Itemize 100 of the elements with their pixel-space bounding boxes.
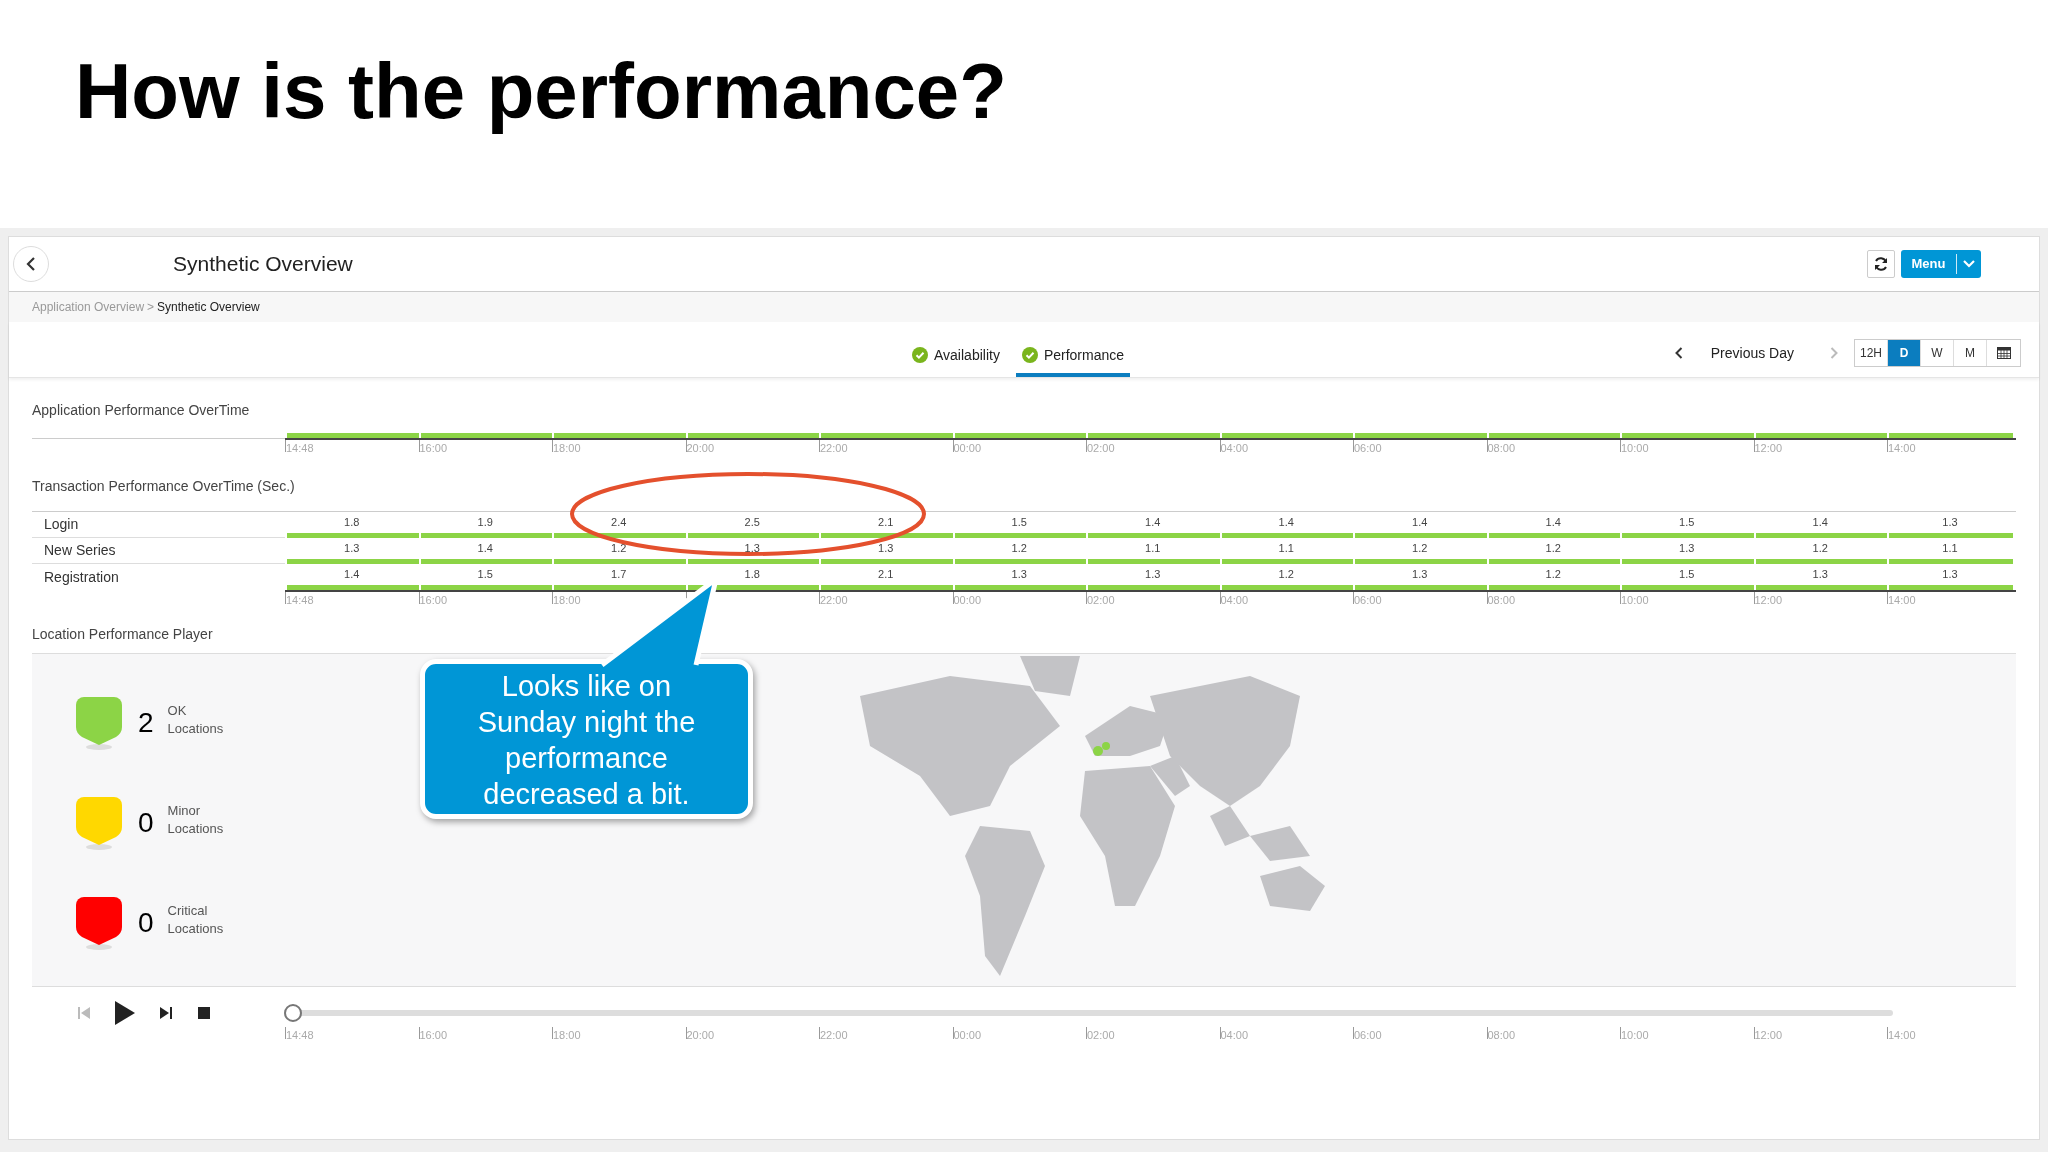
table-cell-text: 1.4 (1144, 515, 1162, 530)
axis-label: 22:00 (820, 443, 848, 454)
table-cell-text: 1.4 (343, 567, 361, 582)
axis-label: 18:00 (553, 443, 581, 454)
axis-label: 00:00 (953, 595, 982, 606)
chevron-left-icon (1674, 347, 1683, 359)
table-cell-text: 1.2 (1811, 541, 1829, 556)
breadcrumb-separator: > (147, 299, 155, 316)
table-cell-text: 1.3 (1144, 567, 1162, 582)
axis-label: 14:00 (1888, 1030, 1916, 1041)
axis-label: 18:00 (553, 1030, 581, 1041)
chevron-right-icon (1830, 347, 1838, 359)
row-label: New Series (32, 538, 285, 564)
status-sublabel: Locations (167, 720, 224, 738)
axis-label: 08:00 (1487, 443, 1516, 454)
axis-label: 12:00 (1754, 595, 1783, 606)
timeline-thumb[interactable] (284, 1004, 302, 1022)
table-cell-text: 1.5 (476, 567, 494, 582)
skip-forward-icon (159, 1006, 173, 1020)
check-icon (1021, 347, 1038, 363)
refresh-icon (1873, 256, 1889, 272)
axis-label: 04:00 (1220, 1030, 1249, 1041)
table-cell-text: 1.4 (1411, 515, 1429, 530)
table-cell-text: 1.3 (1941, 567, 1959, 582)
axis-label: 04:00 (1220, 595, 1249, 606)
table-cell-text: 1.8 (743, 567, 761, 582)
tab[interactable]: Performance (1015, 337, 1131, 377)
table-cell-text: 1.4 (1544, 515, 1562, 530)
chevron-down-icon (1963, 260, 1975, 268)
axis-label: 20:00 (686, 1030, 715, 1041)
skip-back-icon (77, 1006, 91, 1020)
table-cell-text: 1.5 (1010, 515, 1028, 530)
axis-label: 02:00 (1087, 595, 1115, 606)
table-cell-text: 1.2 (1544, 541, 1562, 556)
status-label: OK (167, 702, 188, 720)
axis-label: 06:00 (1354, 1030, 1382, 1041)
axis-label: 18:00 (553, 595, 581, 606)
axis-label: 00:00 (953, 443, 982, 454)
table-cell-text: 1.3 (1941, 515, 1959, 530)
table-cell-text: 1.3 (1811, 567, 1829, 582)
axis-label: 14:48 (286, 595, 314, 606)
table-cell-text: 1.4 (476, 541, 494, 556)
status-sublabel: Locations (167, 920, 224, 938)
table-cell-text: 1.3 (1678, 541, 1696, 556)
stop-icon (198, 1007, 210, 1019)
table-cell-text: 1.3 (1010, 567, 1028, 582)
section-title: Application Performance OverTime (32, 401, 251, 420)
status-sublabel: Locations (167, 820, 224, 838)
status-label: Critical (167, 902, 209, 920)
table-cell-text: 1.8 (343, 515, 361, 530)
calendar-icon (1996, 347, 2011, 359)
status-count: 0 (138, 806, 154, 840)
check-icon (912, 347, 928, 363)
table-cell-text: 1.1 (1144, 541, 1162, 556)
axis-label: 10:00 (1621, 595, 1649, 606)
table-cell-text: 1.2 (1411, 541, 1429, 556)
axis-label: 02:00 (1087, 1030, 1115, 1041)
table-cell-text: 1.5 (1678, 567, 1696, 582)
row-label: Login (32, 512, 285, 538)
refresh-button[interactable] (1867, 250, 1895, 278)
table-cell-text: 1.7 (610, 567, 628, 582)
axis-label: 14:00 (1888, 443, 1916, 454)
axis-label: 00:00 (953, 1030, 982, 1041)
axis-label: 10:00 (1621, 1030, 1649, 1041)
table-cell-text: 1.3 (343, 541, 361, 556)
range-button[interactable]: D (1888, 340, 1921, 366)
table-cell-text: 1.3 (1411, 567, 1429, 582)
status-count: 2 (138, 706, 154, 740)
axis-label: 12:00 (1754, 1030, 1783, 1041)
axis-label: 08:00 (1487, 595, 1516, 606)
axis-label: 12:00 (1754, 443, 1783, 454)
page-title: Synthetic Overview (173, 251, 353, 278)
table-cell-text: 1.4 (1277, 515, 1295, 530)
table-cell-text: 1.2 (610, 541, 628, 556)
table-cell-text: 2.4 (610, 515, 628, 530)
row-label: Registration (43, 567, 120, 587)
axis-label: 04:00 (1220, 443, 1249, 454)
period-label: Previous Day (1710, 343, 1794, 363)
axis-label: 16:00 (419, 1030, 448, 1041)
play-icon (114, 1000, 136, 1026)
table-cell-text: 1.5 (1678, 515, 1696, 530)
axis-label: 22:00 (820, 1030, 848, 1041)
axis-label: 14:00 (1888, 595, 1916, 606)
axis-label: 06:00 (1354, 595, 1382, 606)
table-cell-text: 1.1 (1941, 541, 1959, 556)
table-cell-text: 2.5 (743, 515, 761, 530)
axis-label: 14:48 (286, 443, 314, 454)
table-cell-text: 1.9 (476, 515, 494, 530)
section-title: Transaction Performance OverTime (Sec.) (32, 477, 296, 496)
axis-label: 08:00 (1487, 1030, 1516, 1041)
table-cell-text: 1.1 (1277, 541, 1295, 556)
axis-label: 14:48 (286, 1030, 314, 1041)
status-label: Minor (167, 802, 202, 820)
chevron-left-icon (26, 257, 36, 271)
tab[interactable]: Availability (906, 337, 1006, 377)
axis-label: 02:00 (1087, 443, 1115, 454)
status-count: 0 (138, 906, 154, 940)
table-cell-text: 1.4 (1811, 515, 1829, 530)
breadcrumb-link[interactable]: Synthetic Overview (157, 298, 260, 316)
axis-label: 10:00 (1621, 443, 1649, 454)
